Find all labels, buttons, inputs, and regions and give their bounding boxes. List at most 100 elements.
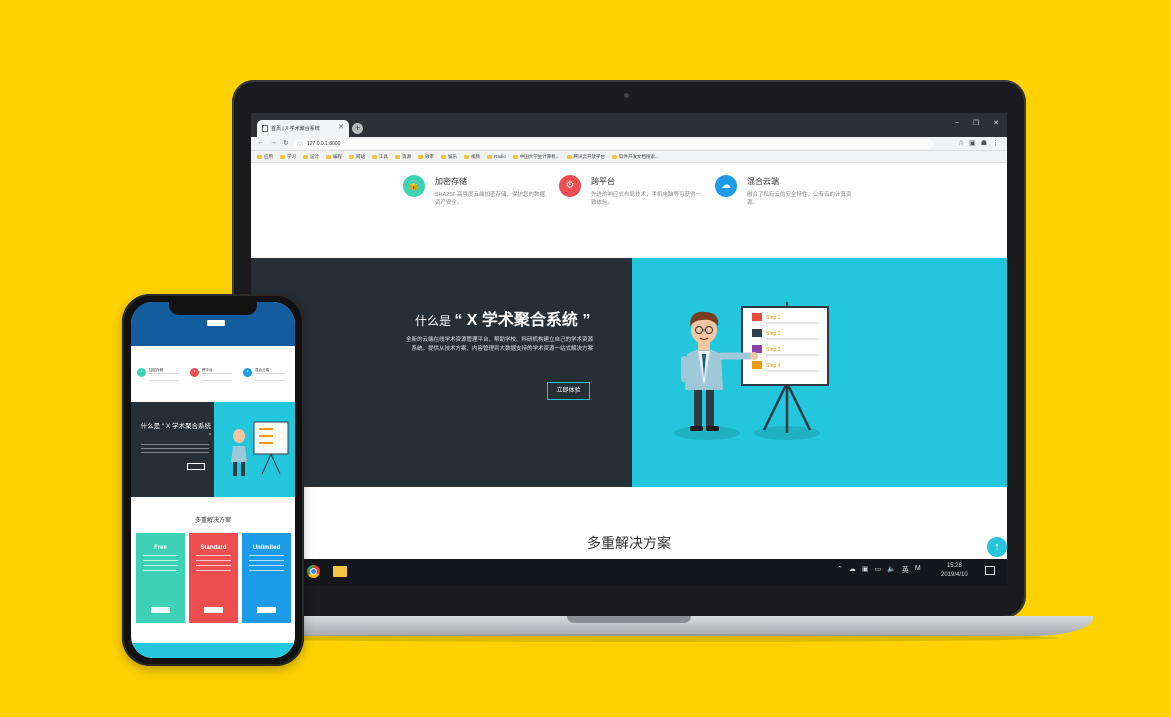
close-icon[interactable]: ✕ bbox=[338, 123, 344, 131]
bookmark-item[interactable]: 视频 bbox=[464, 154, 480, 160]
step-icon bbox=[752, 313, 762, 321]
features-section: 🔒 加密存储 SHA256 高强度云端加密存储，保护您的数据资产安全。 ⚙ 跨平… bbox=[251, 163, 1007, 258]
plan-card-unlimited: Unlimited bbox=[242, 533, 291, 623]
taskbar-clock[interactable]: 15:28 2019/4/10 bbox=[941, 562, 968, 580]
window-controls: – ❐ ✕ bbox=[955, 119, 999, 127]
step-label: Step 4 bbox=[766, 363, 781, 369]
folder-icon bbox=[303, 154, 308, 159]
folder-icon bbox=[418, 154, 423, 159]
solutions-title: 多重解决方案 bbox=[587, 535, 671, 551]
extension-icon[interactable]: ▣ bbox=[969, 139, 976, 147]
notification-icon[interactable] bbox=[985, 566, 995, 575]
chrome-taskbar-icon[interactable] bbox=[307, 565, 320, 578]
bookmark-item[interactable]: 娱乐 bbox=[441, 154, 457, 160]
plan-name: Free bbox=[154, 545, 167, 551]
extension-icon[interactable]: ☗ bbox=[981, 139, 987, 147]
phone-feature-desc bbox=[255, 373, 285, 381]
system-tray: ⌃ ☁ ▣ ▭ 🔈 英 M bbox=[837, 565, 921, 575]
bookmark-item[interactable]: 学习 bbox=[280, 154, 296, 160]
chevron-up-icon[interactable]: ⌃ bbox=[837, 565, 843, 575]
minimize-icon[interactable]: – bbox=[955, 119, 959, 127]
file-explorer-icon[interactable] bbox=[333, 566, 347, 577]
phone-hero-button[interactable] bbox=[207, 320, 225, 326]
app-tray-icon[interactable]: ▣ bbox=[862, 565, 869, 575]
bookmark-item[interactable]: 软件开发文档搜索... bbox=[612, 154, 659, 160]
cloud-tray-icon[interactable]: ☁ bbox=[849, 565, 856, 575]
ime-mode-indicator[interactable]: M bbox=[915, 565, 921, 575]
bookmark-item[interactable]: 工具 bbox=[372, 154, 388, 160]
back-icon[interactable]: ← bbox=[257, 139, 264, 147]
try-now-button[interactable]: 立即体验 bbox=[547, 382, 590, 400]
lock-icon: • bbox=[137, 368, 146, 377]
bookmark-label: 设计 bbox=[310, 153, 319, 159]
windows-taskbar: ⌃ ☁ ▣ ▭ 🔈 英 M 15:28 2019/4/10 bbox=[251, 559, 1007, 585]
plan-button[interactable] bbox=[257, 607, 276, 613]
bookmark-label: 视频 bbox=[471, 153, 480, 159]
phone-try-now-button[interactable] bbox=[187, 463, 205, 470]
star-icon[interactable]: ☆ bbox=[958, 139, 964, 147]
feature-title: 加密存储 bbox=[435, 177, 467, 186]
what-is-text-panel: 什么是 “ X 学术聚合系统 ” 全新的云端在线学术资源管理平台，帮助学校、科研… bbox=[251, 258, 632, 487]
bookmark-item[interactable]: 网站 bbox=[349, 154, 365, 160]
network-icon[interactable]: ▭ bbox=[875, 565, 882, 575]
menu-icon[interactable]: ⋮ bbox=[992, 139, 999, 147]
phone-feature-desc bbox=[149, 373, 179, 381]
folder-icon bbox=[372, 154, 377, 159]
bookmark-label: 编程 bbox=[333, 153, 342, 159]
bookmark-label: 中国大学生计算机... bbox=[519, 153, 560, 159]
cloud-icon: • bbox=[243, 368, 252, 377]
folder-icon bbox=[395, 154, 400, 159]
reload-icon[interactable]: ↻ bbox=[283, 139, 289, 147]
nav-buttons: ← → ↻ bbox=[257, 139, 289, 147]
bookmark-label: 腾讯云开放平台 bbox=[573, 153, 606, 159]
bookmark-item[interactable]: 腾讯云开放平台 bbox=[566, 153, 606, 160]
folder-icon bbox=[487, 154, 492, 159]
clock-date: 2019/4/10 bbox=[941, 572, 968, 578]
folder-icon bbox=[326, 154, 331, 159]
extension-icons: ☆ ▣ ☗ ⋮ bbox=[958, 139, 999, 147]
phone-screen: • 加密存储 • 跨平台 • 混合云端 什么是 “ X 学术聚合系统 ” 多重解… bbox=[131, 302, 295, 658]
back-to-top-button[interactable]: ↑ bbox=[987, 537, 1007, 557]
bookmark-item[interactable]: 应用 bbox=[257, 154, 273, 160]
info-icon[interactable]: ⓘ bbox=[297, 140, 303, 149]
folder-icon bbox=[257, 154, 262, 159]
step-icon bbox=[752, 361, 762, 369]
bookmark-label: 软件开发文档搜索... bbox=[619, 153, 659, 159]
plan-card-standard: Standard bbox=[189, 533, 238, 623]
plan-name: Unlimited bbox=[252, 545, 281, 551]
volume-icon[interactable]: 🔈 bbox=[887, 565, 896, 575]
plan-card-free: Free bbox=[136, 533, 185, 623]
plan-button[interactable] bbox=[204, 607, 223, 613]
phone-feature-desc bbox=[202, 373, 232, 381]
new-tab-button[interactable]: + bbox=[352, 123, 363, 134]
folder-icon bbox=[512, 154, 518, 159]
phone-features: • 加密存储 • 跨平台 • 混合云端 bbox=[131, 346, 295, 402]
bookmark-label: 效率 bbox=[425, 153, 434, 159]
url-text: 127.0.0.1:8000 bbox=[307, 141, 341, 147]
devices-icon: • bbox=[190, 368, 199, 377]
browser-tab[interactable]: 首页 | X 学术聚合系统 ✕ bbox=[257, 120, 349, 137]
phone-solutions: 多重解决方案 Free Standard Unlimited bbox=[131, 497, 295, 658]
maximize-icon[interactable]: ❐ bbox=[973, 119, 979, 127]
bookmark-label: Radio bbox=[494, 154, 506, 159]
bookmark-item[interactable]: 中国大学生计算机... bbox=[512, 153, 560, 160]
laptop-camera bbox=[624, 93, 629, 98]
bookmark-item[interactable]: 效率 bbox=[418, 154, 434, 160]
plan-button[interactable] bbox=[151, 607, 170, 613]
address-bar[interactable]: ⓘ 127.0.0.1:8000 bbox=[293, 139, 933, 149]
feature-desc: SHA256 高强度云端加密存储，保护您的数据资产安全。 bbox=[435, 192, 546, 206]
laptop-notch bbox=[567, 616, 691, 623]
what-is-illustration-panel: Step 1 Step 2 Step 3 Step 4 bbox=[632, 258, 1007, 487]
forward-icon[interactable]: → bbox=[270, 139, 277, 147]
bookmark-item[interactable]: Radio bbox=[487, 154, 506, 159]
bookmark-item[interactable]: 编程 bbox=[326, 154, 342, 160]
step-label: Step 3 bbox=[766, 347, 781, 353]
laptop-screen: 首页 | X 学术聚合系统 ✕ + – ❐ ✕ ← → ↻ ⓘ 127.0.0.… bbox=[251, 113, 1007, 585]
close-window-icon[interactable]: ✕ bbox=[993, 119, 999, 127]
feature-title: 混合云端 bbox=[747, 177, 779, 186]
folder-icon bbox=[566, 154, 572, 159]
bookmark-item[interactable]: 资源 bbox=[395, 154, 411, 160]
ime-indicator[interactable]: 英 bbox=[902, 565, 909, 575]
bookmark-item[interactable]: 设计 bbox=[303, 154, 319, 160]
bookmark-label: 网站 bbox=[356, 153, 365, 159]
